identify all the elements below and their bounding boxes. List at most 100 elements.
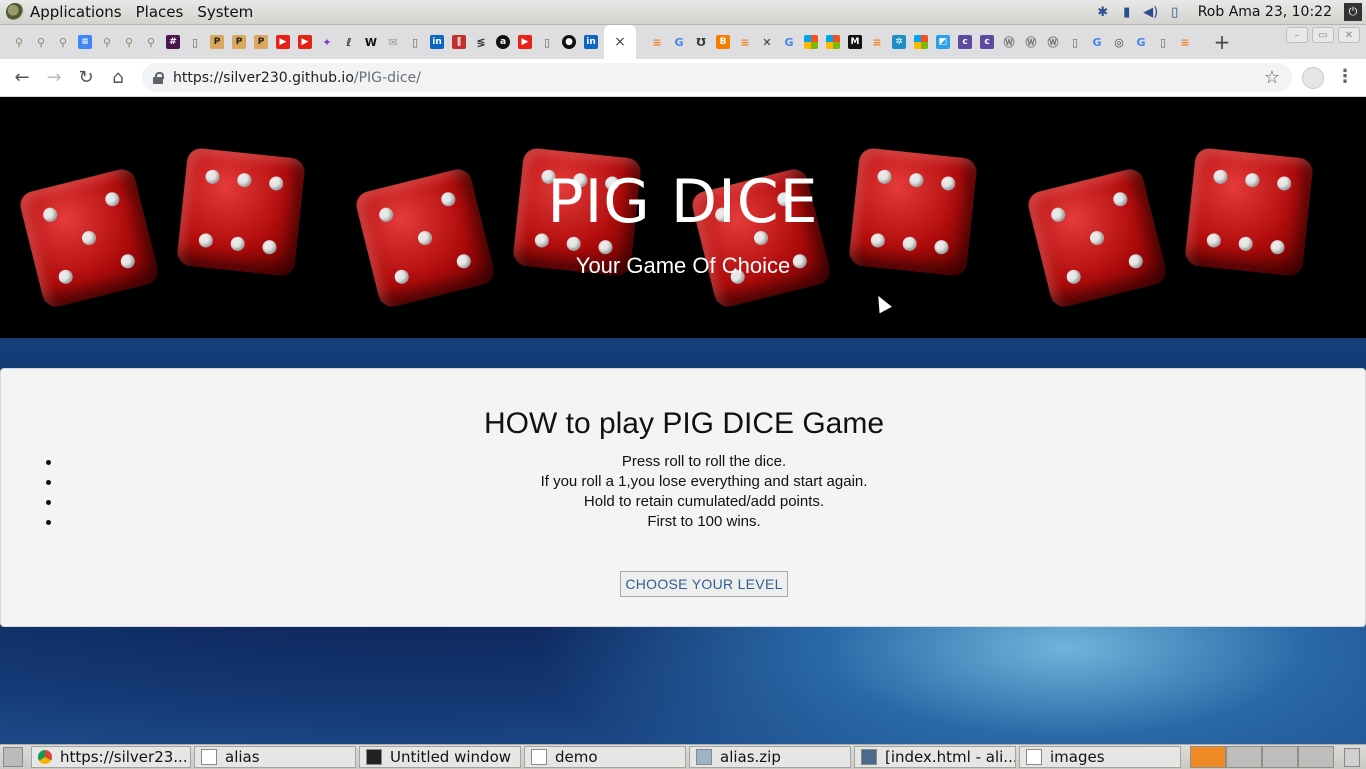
workspace-3[interactable] <box>1262 746 1298 768</box>
network-signal-icon[interactable]: ▮ <box>1118 3 1136 21</box>
lock-icon[interactable] <box>153 72 164 84</box>
rule-item: Hold to retain cumulated/add points. <box>1 492 1366 512</box>
taskbar-item-terminal[interactable]: Untitled window <box>359 746 521 768</box>
tab-favicon-icon[interactable]: c <box>954 31 976 53</box>
minimize-icon[interactable]: – <box>1286 27 1308 43</box>
youtube-icon[interactable]: ▶ <box>272 31 294 53</box>
tab-favicon-icon[interactable]: ⚲ <box>96 31 118 53</box>
tab-favicon-icon[interactable]: ✕ <box>756 31 778 53</box>
tab-favicon-icon[interactable]: ⚲ <box>30 31 52 53</box>
taskbar-item-demo[interactable]: demo <box>524 746 686 768</box>
profile-avatar-icon[interactable] <box>1302 67 1324 89</box>
system-menu[interactable]: System <box>197 3 253 21</box>
tab-favicon-icon[interactable]: ◩ <box>932 31 954 53</box>
home-icon[interactable]: ⌂ <box>102 62 134 94</box>
close-window-icon[interactable]: ✕ <box>1338 27 1360 43</box>
maximize-icon[interactable]: ▭ <box>1312 27 1334 43</box>
tab-favicon-icon[interactable]: ℓ <box>338 31 360 53</box>
microsoft-icon[interactable] <box>800 31 822 53</box>
show-desktop-icon[interactable] <box>3 747 23 767</box>
workspace-4[interactable] <box>1298 746 1334 768</box>
taskbar-item-alias-zip[interactable]: alias.zip <box>689 746 851 768</box>
reload-icon[interactable]: ↻ <box>70 62 102 94</box>
tab-favicon-icon[interactable]: ≶ <box>470 31 492 53</box>
bluetooth-icon[interactable]: ✱ <box>1094 3 1112 21</box>
google-docs-icon[interactable]: ≡ <box>74 31 96 53</box>
bookmark-star-icon[interactable]: ☆ <box>1264 67 1280 88</box>
tab-favicon-icon[interactable]: ✲ <box>888 31 910 53</box>
tab-favicon-icon[interactable]: ⚲ <box>8 31 30 53</box>
github-icon[interactable]: ● <box>558 31 580 53</box>
youtube-icon[interactable]: ▶ <box>514 31 536 53</box>
tab-favicon-icon[interactable]: a <box>492 31 514 53</box>
document-icon[interactable]: ▯ <box>404 31 426 53</box>
forward-arrow-icon[interactable]: → <box>38 62 70 94</box>
mail-icon[interactable]: ✉ <box>382 31 404 53</box>
hero-banner: PIG DICE Your Game Of Choice <box>0 97 1366 338</box>
taskbar-item-label: https://silver23... <box>60 748 188 766</box>
pe-icon[interactable]: P <box>206 31 228 53</box>
close-tab-icon[interactable]: × <box>614 34 626 50</box>
wordpress-icon[interactable]: Ⓦ <box>998 31 1020 53</box>
linkedin-icon[interactable]: in <box>426 31 448 53</box>
taskbar-item-label: alias.zip <box>720 748 781 766</box>
applications-menu[interactable]: Applications <box>30 3 122 21</box>
volume-icon[interactable]: ◀) <box>1142 3 1160 21</box>
tab-favicon-icon[interactable]: Ʊ <box>690 31 712 53</box>
active-tab[interactable]: × <box>604 25 636 59</box>
document-icon[interactable]: ▯ <box>1064 31 1086 53</box>
microsoft-icon[interactable] <box>910 31 932 53</box>
pe-icon[interactable]: P <box>250 31 272 53</box>
stackoverflow-icon[interactable]: ≡ <box>734 31 756 53</box>
folder-icon <box>1026 749 1042 765</box>
distro-logo-icon[interactable] <box>6 3 24 21</box>
taskbar-item-images[interactable]: images <box>1019 746 1181 768</box>
browser-menu-icon[interactable]: ⋮ <box>1336 66 1354 87</box>
document-icon[interactable]: ▯ <box>184 31 206 53</box>
pe-icon[interactable]: P <box>228 31 250 53</box>
slack-icon[interactable]: # <box>162 31 184 53</box>
workspace-2[interactable] <box>1226 746 1262 768</box>
choose-level-button[interactable]: CHOOSE YOUR LEVEL <box>620 571 788 597</box>
taskbar-item-editor[interactable]: [index.html - ali... <box>854 746 1016 768</box>
microsoft-icon[interactable] <box>822 31 844 53</box>
address-bar[interactable]: https://silver230.github.io/PIG-dice/ ☆ <box>142 63 1292 92</box>
trash-icon[interactable] <box>1344 748 1360 767</box>
stackoverflow-icon[interactable]: ≡ <box>866 31 888 53</box>
places-menu[interactable]: Places <box>136 3 184 21</box>
stackoverflow-icon[interactable]: ≡ <box>1174 31 1196 53</box>
wordpress-icon[interactable]: Ⓦ <box>1042 31 1064 53</box>
wordpress-icon[interactable]: Ⓦ <box>1020 31 1042 53</box>
document-icon[interactable]: ▯ <box>536 31 558 53</box>
tab-favicon-icon[interactable]: ⚲ <box>52 31 74 53</box>
google-icon[interactable]: G <box>668 31 690 53</box>
back-arrow-icon[interactable]: ← <box>6 62 38 94</box>
tab-favicon-icon[interactable]: ✦ <box>316 31 338 53</box>
tab-favicon-icon[interactable]: c <box>976 31 998 53</box>
pinned-tabs: ⚲ ⚲ ⚲ ≡ ⚲ ⚲ ⚲ # ▯ P P P ▶ ▶ ✦ ℓ W ✉ ▯ in… <box>0 31 602 53</box>
taskbar-item-alias[interactable]: alias <box>194 746 356 768</box>
taskbar: https://silver23... alias Untitled windo… <box>0 744 1366 769</box>
clock[interactable]: Rob Ama 23, 10:22 <box>1198 4 1332 20</box>
power-icon[interactable]: ⏻ <box>1344 3 1362 21</box>
wikipedia-icon[interactable]: W <box>360 31 382 53</box>
tab-favicon-icon[interactable]: ◎ <box>1108 31 1130 53</box>
medium-icon[interactable]: M <box>844 31 866 53</box>
blogger-icon[interactable]: B <box>712 31 734 53</box>
google-icon[interactable]: G <box>1086 31 1108 53</box>
tab-favicon-icon[interactable]: ⚲ <box>118 31 140 53</box>
youtube-icon[interactable]: ▶ <box>294 31 316 53</box>
new-tab-button[interactable]: + <box>1210 30 1234 54</box>
tab-favicon-icon[interactable]: ⚲ <box>140 31 162 53</box>
tab-favicon-icon[interactable]: ∥ <box>448 31 470 53</box>
google-icon[interactable]: G <box>778 31 800 53</box>
terminal-icon <box>366 749 382 765</box>
workspace-1[interactable] <box>1190 746 1226 768</box>
document-icon[interactable]: ▯ <box>1152 31 1174 53</box>
linkedin-icon[interactable]: in <box>580 31 602 53</box>
stackoverflow-icon[interactable]: ≡ <box>646 31 668 53</box>
battery-icon[interactable]: ▯ <box>1166 3 1184 21</box>
google-icon[interactable]: G <box>1130 31 1152 53</box>
folder-icon <box>201 749 217 765</box>
taskbar-item-chrome[interactable]: https://silver23... <box>31 746 191 768</box>
